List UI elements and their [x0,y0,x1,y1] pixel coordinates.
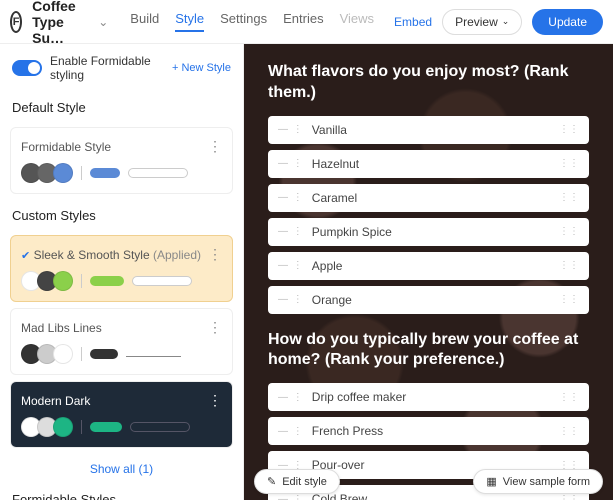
question-title: How do you typically brew your coffee at… [268,330,589,372]
style-name: Modern Dark [21,394,90,408]
chevron-down-icon: ⌄ [502,16,510,27]
drag-handle-icon[interactable]: — ⋮ [278,260,304,271]
question-title: What flavors do you enjoy most? (Rank th… [268,62,589,104]
check-icon: ✔ [21,250,30,262]
header-tabs: Build Style Settings Entries Views [130,11,374,32]
style-name: Formidable Style [21,140,111,154]
view-sample-button[interactable]: ▦ View sample form [473,469,603,494]
grip-icon[interactable]: ⋮⋮ [559,158,579,169]
update-button[interactable]: Update [532,9,603,35]
form-title: Coffee Type Su… [32,0,84,46]
pencil-icon: ✎ [267,475,276,488]
rank-item[interactable]: — ⋮ French Press ⋮⋮ [268,417,589,445]
rank-item[interactable]: — ⋮ Vanilla ⋮⋮ [268,116,589,144]
preview-button[interactable]: Preview ⌄ [442,9,522,35]
drag-handle-icon[interactable]: — ⋮ [278,392,304,403]
style-card-formidable[interactable]: Formidable Style ⋮ [10,127,233,194]
formidable-styles-heading: Formidable Styles [0,484,243,500]
style-card-madlibs[interactable]: Mad Libs Lines ⋮ [10,308,233,375]
rank-label: Apple [312,259,343,273]
grip-icon[interactable]: ⋮⋮ [559,192,579,203]
drag-handle-icon[interactable]: — ⋮ [278,158,304,169]
new-style-link[interactable]: + New Style [172,62,231,74]
form-preview: What flavors do you enjoy most? (Rank th… [244,44,613,500]
rank-item[interactable]: — ⋮ Pumpkin Spice ⋮⋮ [268,218,589,246]
drag-handle-icon[interactable]: — ⋮ [278,294,304,305]
grip-icon[interactable]: ⋮⋮ [559,426,579,437]
drag-handle-icon[interactable]: — ⋮ [278,124,304,135]
drag-handle-icon[interactable]: — ⋮ [278,494,304,500]
show-all-link[interactable]: Show all (1) [0,454,243,484]
drag-handle-icon[interactable]: — ⋮ [278,192,304,203]
style-name: Mad Libs Lines [21,321,102,335]
chevron-down-icon[interactable]: ⌄ [98,15,108,29]
enable-toggle[interactable] [12,60,42,76]
main-layout: Enable Formidable styling + New Style De… [0,44,613,500]
rank-label: Hazelnut [312,157,359,171]
tab-views[interactable]: Views [340,11,374,32]
grip-icon[interactable]: ⋮⋮ [559,260,579,271]
grip-icon[interactable]: ⋮⋮ [559,494,579,500]
tab-style[interactable]: Style [175,11,204,32]
rank-label: Orange [312,293,352,307]
tab-settings[interactable]: Settings [220,11,267,32]
kebab-icon[interactable]: ⋮ [208,246,222,263]
edit-style-button[interactable]: ✎ Edit style [254,469,340,494]
app-logo: F [10,11,22,33]
kebab-icon[interactable]: ⋮ [208,138,222,155]
custom-styles-heading: Custom Styles [0,200,243,229]
rank-item[interactable]: — ⋮ Hazelnut ⋮⋮ [268,150,589,178]
rank-label: Vanilla [312,123,347,137]
kebab-icon[interactable]: ⋮ [208,319,222,336]
rank-label: French Press [312,424,383,438]
rank-label: Drip coffee maker [312,390,406,404]
grip-icon[interactable]: ⋮⋮ [559,124,579,135]
enable-label: Enable Formidable styling [50,54,172,82]
style-card-sleek[interactable]: ✔ Sleek & Smooth Style (Applied) ⋮ [10,235,233,302]
grip-icon[interactable]: ⋮⋮ [559,226,579,237]
enable-row: Enable Formidable styling + New Style [0,44,243,92]
rank-item[interactable]: — ⋮ Drip coffee maker ⋮⋮ [268,383,589,411]
kebab-icon[interactable]: ⋮ [208,392,222,409]
style-name: ✔ Sleek & Smooth Style (Applied) [21,248,201,262]
rank-label: Caramel [312,191,357,205]
rank-label: Pumpkin Spice [312,225,392,239]
tab-build[interactable]: Build [130,11,159,32]
style-sidebar: Enable Formidable styling + New Style De… [0,44,244,500]
grip-icon[interactable]: ⋮⋮ [559,294,579,305]
top-bar: F Coffee Type Su… ⌄ Build Style Settings… [0,0,613,44]
rank-item[interactable]: — ⋮ Apple ⋮⋮ [268,252,589,280]
rank-item[interactable]: — ⋮ Caramel ⋮⋮ [268,184,589,212]
grid-icon: ▦ [486,475,496,488]
embed-link[interactable]: Embed [394,15,432,29]
drag-handle-icon[interactable]: — ⋮ [278,426,304,437]
drag-handle-icon[interactable]: — ⋮ [278,226,304,237]
style-card-modern-dark[interactable]: Modern Dark ⋮ [10,381,233,448]
rank-item[interactable]: — ⋮ Orange ⋮⋮ [268,286,589,314]
default-style-heading: Default Style [0,92,243,121]
tab-entries[interactable]: Entries [283,11,323,32]
grip-icon[interactable]: ⋮⋮ [559,392,579,403]
